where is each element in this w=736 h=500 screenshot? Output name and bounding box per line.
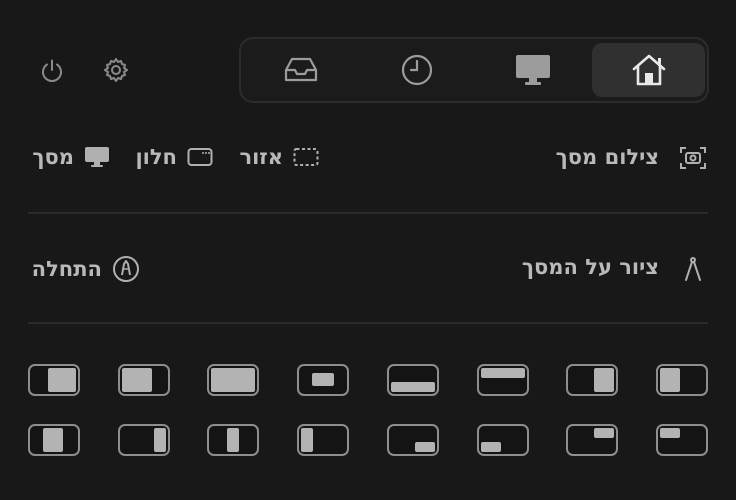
screenshot-window-option[interactable]: חלון xyxy=(135,145,213,169)
dashed-area-icon xyxy=(293,148,319,166)
area-label: אזור xyxy=(239,145,283,169)
tray-icon xyxy=(284,57,317,82)
power-button[interactable] xyxy=(36,55,68,87)
monitor-icon xyxy=(515,55,550,85)
layout-left-narrow[interactable] xyxy=(656,364,708,396)
divider-2 xyxy=(28,322,708,324)
tab-home[interactable] xyxy=(592,43,705,97)
layout-bottom-half[interactable] xyxy=(387,364,439,396)
power-icon xyxy=(42,59,62,82)
window-icon xyxy=(187,148,213,166)
layout-top-right-quarter[interactable] xyxy=(566,424,618,456)
layout-bottom-left-quarter[interactable] xyxy=(477,424,529,456)
layout-right-narrow[interactable] xyxy=(566,364,618,396)
layout-right-third[interactable] xyxy=(118,424,170,456)
start-label: התחלה xyxy=(31,257,102,281)
clock-icon xyxy=(401,54,432,86)
layout-center-third[interactable] xyxy=(207,424,259,456)
screenshot-icon-wrap xyxy=(678,144,708,172)
screen-label: מסך xyxy=(32,145,74,169)
tab-display[interactable] xyxy=(476,43,589,97)
divider-1 xyxy=(28,212,708,214)
home-icon xyxy=(632,54,665,86)
layout-center-small[interactable] xyxy=(297,364,349,396)
gear-icon xyxy=(104,58,128,82)
settings-button[interactable] xyxy=(100,54,132,86)
tab-bar xyxy=(239,37,709,103)
window-label: חלון xyxy=(135,145,177,169)
compass-icon xyxy=(685,257,701,281)
draw-icon-wrap xyxy=(680,254,706,284)
layout-bottom-right-quarter[interactable] xyxy=(387,424,439,456)
layout-top-left-quarter[interactable] xyxy=(656,424,708,456)
layout-center-large[interactable] xyxy=(28,364,80,396)
camera-icon xyxy=(680,147,706,169)
tab-history[interactable] xyxy=(360,43,473,97)
screenshot-title: צילום מסך xyxy=(555,145,659,169)
draw-title: ציור על המסך xyxy=(521,255,659,279)
layout-left-third-center[interactable] xyxy=(28,424,80,456)
tab-inbox[interactable] xyxy=(244,43,357,97)
layout-left-third[interactable] xyxy=(297,424,349,456)
draw-start-option[interactable]: התחלה xyxy=(32,255,140,283)
pen-circle-icon xyxy=(113,256,139,282)
screenshot-area-option[interactable]: אזור xyxy=(239,145,319,169)
layout-maximize[interactable] xyxy=(207,364,259,396)
layout-left-square[interactable] xyxy=(118,364,170,396)
layout-top-half[interactable] xyxy=(477,364,529,396)
screenshot-screen-option[interactable]: מסך xyxy=(32,145,110,169)
monitor-small-icon xyxy=(85,147,109,167)
